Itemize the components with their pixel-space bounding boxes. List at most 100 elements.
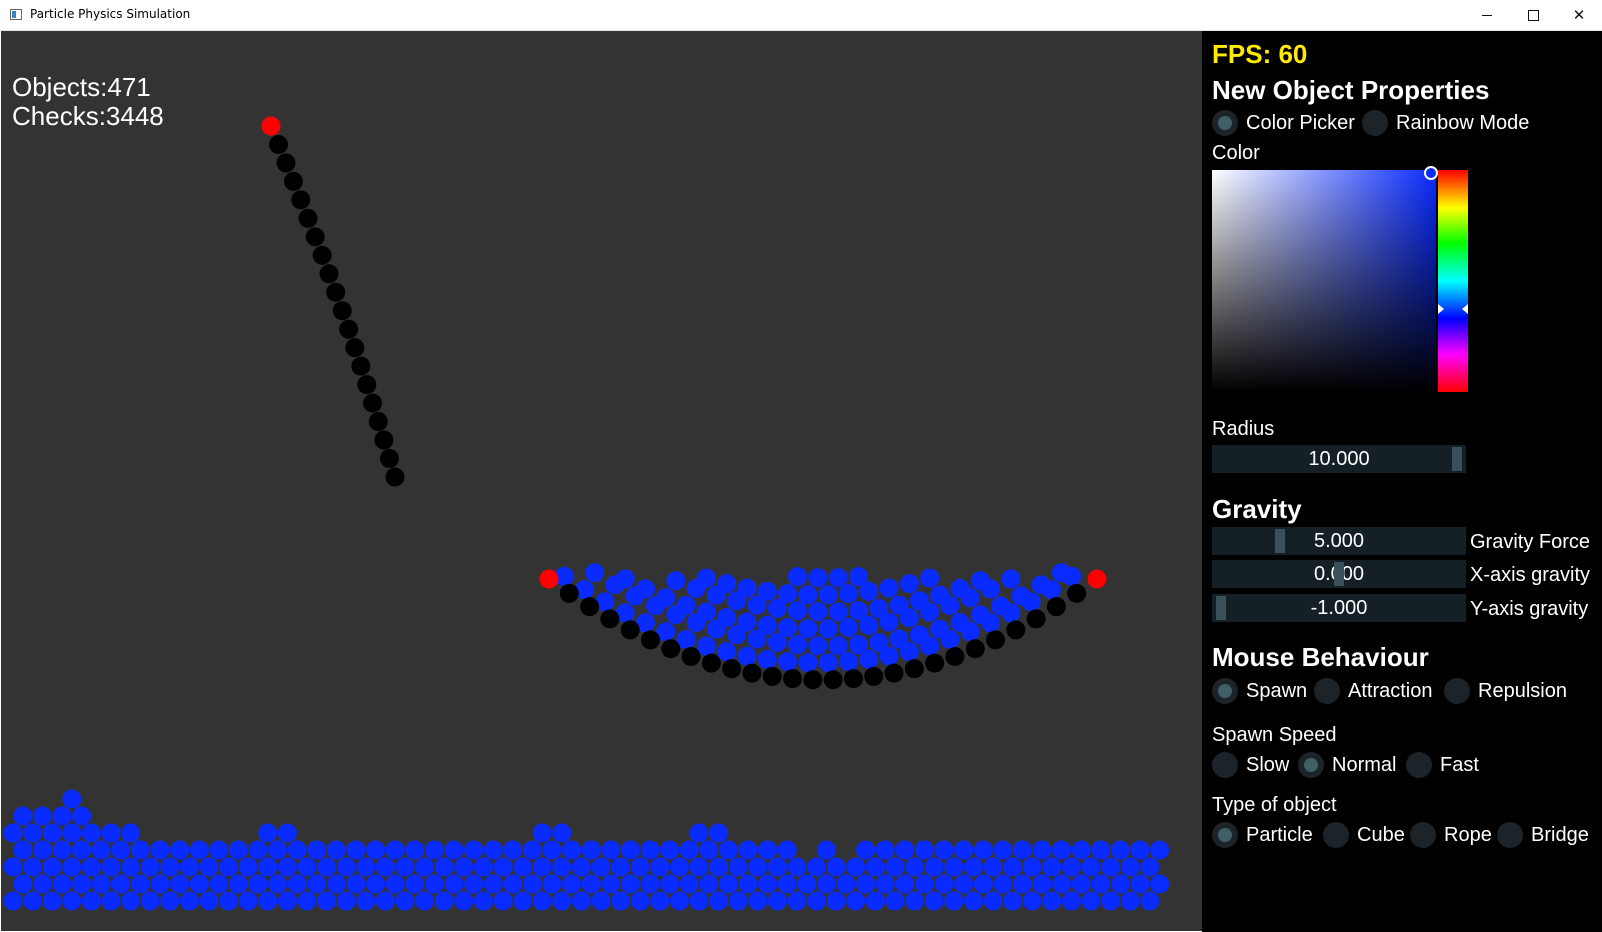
mouse-spawn-radio[interactable] — [1212, 678, 1238, 704]
maximize-button[interactable] — [1510, 0, 1556, 30]
floor-particle — [826, 891, 846, 911]
floor-particle — [81, 857, 101, 877]
floor-particle — [248, 840, 268, 860]
color-picker-handle[interactable] — [1424, 166, 1438, 180]
floor-particle — [777, 874, 797, 894]
spawn-speed-fast-option[interactable]: Fast — [1406, 752, 1479, 778]
floor-particle — [542, 874, 562, 894]
floor-particle — [1032, 874, 1052, 894]
type-rope-radio[interactable] — [1410, 822, 1436, 848]
type-bridge-option[interactable]: Bridge — [1497, 822, 1589, 848]
floor-particle — [1101, 891, 1121, 911]
floor-particle — [199, 857, 219, 877]
floor-particle — [444, 874, 464, 894]
simulation-canvas[interactable]: Objects:471 Checks:3448 — [1, 31, 1202, 931]
floor-particle — [856, 874, 876, 894]
floor-particle — [1120, 891, 1140, 911]
mouse-repulsion-radio[interactable] — [1444, 678, 1470, 704]
type-bridge-radio[interactable] — [1497, 822, 1523, 848]
floor-particle — [23, 891, 43, 911]
type-particle-radio[interactable] — [1212, 822, 1238, 848]
spawn-speed-slow-option[interactable]: Slow — [1212, 752, 1289, 778]
floor-particle — [709, 857, 729, 877]
floor-particle — [121, 891, 141, 911]
radius-slider[interactable]: 10.000 — [1212, 445, 1466, 473]
type-cube-option[interactable]: Cube — [1323, 822, 1405, 848]
settled-particle — [818, 653, 838, 673]
rope-segment — [332, 301, 352, 321]
settled-particle — [696, 602, 716, 622]
color-picker-option[interactable]: Color Picker — [1212, 110, 1355, 136]
floor-particle — [405, 874, 425, 894]
hue-marker-right-icon — [1462, 304, 1468, 314]
floor-particle — [277, 891, 297, 911]
settled-particle — [615, 569, 635, 589]
settled-particle — [1001, 569, 1021, 589]
spawn-speed-slow-radio[interactable] — [1212, 752, 1238, 778]
settled-particle — [737, 612, 757, 632]
floor-particle — [3, 823, 23, 843]
type-rope-option[interactable]: Rope — [1410, 822, 1492, 848]
floor-particle — [709, 823, 729, 843]
settled-particle — [981, 579, 1001, 599]
floor-particle — [650, 857, 670, 877]
saturation-value-picker[interactable] — [1212, 170, 1436, 392]
floor-particle — [963, 857, 983, 877]
floor-particle — [758, 874, 778, 894]
floor-particle — [1140, 891, 1160, 911]
bridge-segment — [864, 666, 884, 686]
floor-particle — [895, 874, 915, 894]
floor-particle — [650, 891, 670, 911]
floor-particle — [170, 874, 190, 894]
type-cube-radio[interactable] — [1323, 822, 1349, 848]
title-bar[interactable]: Particle Physics Simulation ✕ — [0, 0, 1602, 31]
x-gravity-slider[interactable]: 0.000 — [1212, 560, 1466, 588]
color-picker-label: Color Picker — [1246, 111, 1355, 134]
gravity-force-slider[interactable]: 5.000 — [1212, 527, 1466, 555]
mouse-spawn-option[interactable]: Spawn — [1212, 678, 1307, 704]
mouse-repulsion-label: Repulsion — [1478, 679, 1567, 702]
settled-particle — [879, 646, 899, 666]
y-gravity-grab[interactable] — [1216, 596, 1226, 620]
minimize-icon — [1482, 14, 1492, 16]
mouse-attraction-radio[interactable] — [1314, 678, 1340, 704]
floor-particle — [228, 840, 248, 860]
floor-particle — [875, 874, 895, 894]
floor-particle — [415, 891, 435, 911]
x-gravity-grab[interactable] — [1334, 562, 1344, 586]
rainbow-mode-option[interactable]: Rainbow Mode — [1362, 110, 1529, 136]
close-button[interactable]: ✕ — [1556, 0, 1602, 30]
mouse-repulsion-option[interactable]: Repulsion — [1444, 678, 1567, 704]
floor-particle — [150, 874, 170, 894]
floor-particle — [395, 891, 415, 911]
mouse-attraction-option[interactable]: Attraction — [1314, 678, 1432, 704]
color-picker-radio[interactable] — [1212, 110, 1238, 136]
bridge-segment — [701, 653, 721, 673]
rainbow-mode-radio[interactable] — [1362, 110, 1388, 136]
floor-particle — [483, 874, 503, 894]
type-particle-option[interactable]: Particle — [1212, 822, 1313, 848]
floor-particle — [885, 891, 905, 911]
spawn-speed-normal-option[interactable]: Normal — [1298, 752, 1396, 778]
floor-particle — [983, 857, 1003, 877]
settled-particle — [717, 574, 737, 594]
floor-particle — [826, 857, 846, 877]
hue-slider[interactable] — [1438, 170, 1468, 392]
gravity-force-grab[interactable] — [1275, 529, 1285, 553]
spawn-speed-normal-radio[interactable] — [1298, 752, 1324, 778]
floor-particle — [32, 806, 52, 826]
spawn-speed-fast-radio[interactable] — [1406, 752, 1432, 778]
gravity-force-label: Gravity Force — [1470, 531, 1591, 553]
floor-particle — [954, 840, 974, 860]
floor-particle — [1022, 857, 1042, 877]
minimize-button[interactable] — [1464, 0, 1510, 30]
floor-particle — [307, 874, 327, 894]
bridge-segment — [884, 663, 904, 683]
floor-particle — [777, 840, 797, 860]
floor-particle — [807, 857, 827, 877]
floor-particle — [346, 874, 366, 894]
floor-particle — [787, 891, 807, 911]
y-gravity-slider[interactable]: -1.000 — [1212, 594, 1466, 622]
floor-particle — [130, 840, 150, 860]
radius-slider-grab[interactable] — [1452, 447, 1462, 471]
